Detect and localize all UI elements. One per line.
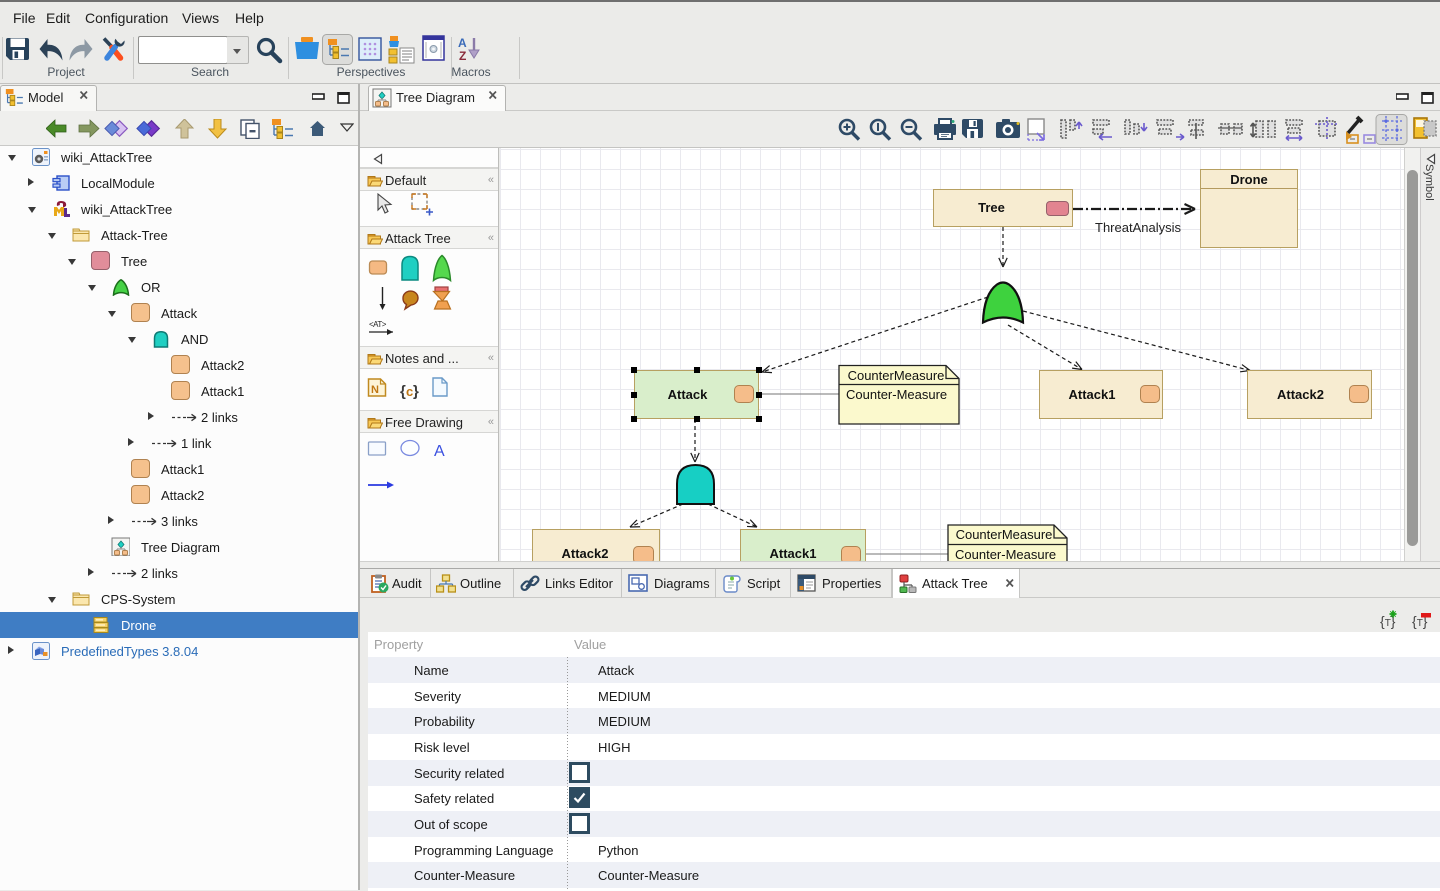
svg-text:A: A [434, 443, 445, 460]
svg-text:A: A [458, 36, 467, 50]
svg-text:CounterMeasure: CounterMeasure [956, 527, 1053, 542]
svg-text:Counter-Measure: Counter-Measure [955, 547, 1056, 561]
svg-text:CounterMeasure: CounterMeasure [848, 368, 945, 383]
svg-text:<AT>: <AT> [369, 320, 387, 329]
svg-text:}: } [413, 383, 419, 400]
svg-text:Counter-Measure: Counter-Measure [846, 387, 947, 402]
svg-text:ThreatAnalysis: ThreatAnalysis [1095, 220, 1181, 235]
svg-text:N: N [371, 384, 379, 396]
svg-text:Z: Z [459, 49, 466, 63]
